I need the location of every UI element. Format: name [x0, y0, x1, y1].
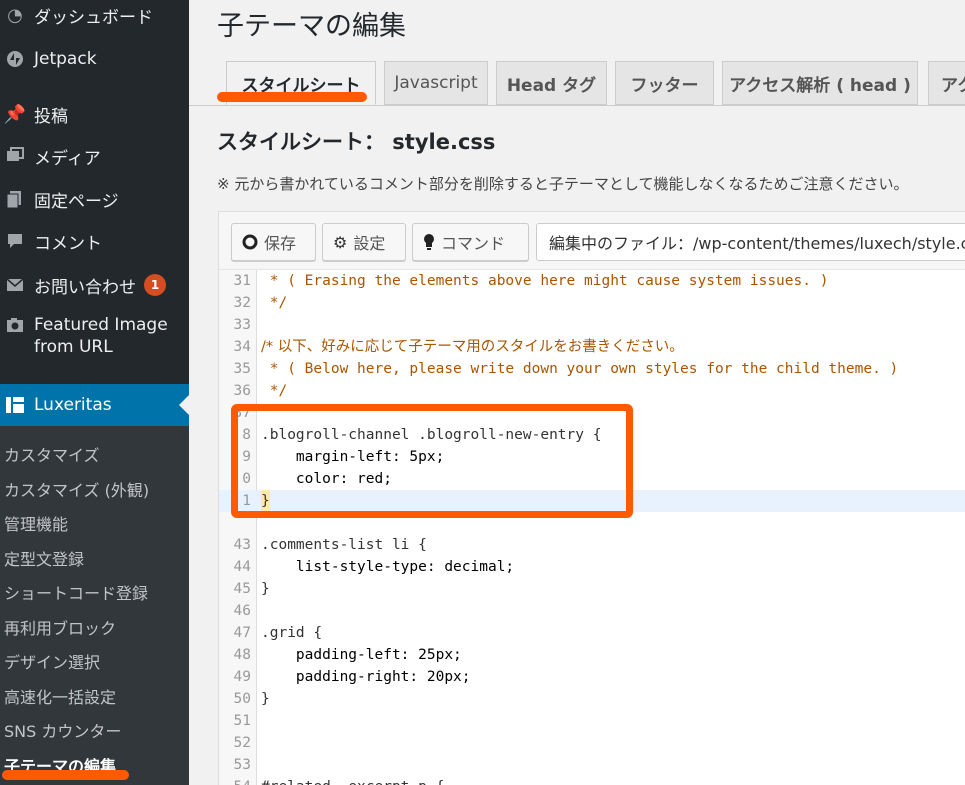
code-line: 52 [233, 735, 251, 751]
code-line: 31 * ( Erasing the elements above here m… [233, 273, 829, 289]
circle-icon [242, 234, 258, 250]
current-file-path: 編集中のファイル：/wp-content/themes/luxech/style… [536, 223, 965, 261]
submenu-item-customize[interactable]: カスタマイズ [4, 442, 100, 466]
sidebar-item-comments[interactable]: コメント [0, 226, 189, 256]
code-line: 47 .grid { [233, 625, 323, 641]
code-line: 34/* 以下、好みに応じて子テーマ用のスタイルをお書きください。 [233, 339, 684, 355]
submenu-item-shortcode-registration[interactable]: ショートコード登録 [4, 580, 148, 604]
sidebar-item-jetpack[interactable]: Jetpack [0, 44, 189, 74]
code-line: 36 */ [233, 383, 288, 399]
sidebar-item-featured-image[interactable]: Featured Image from URL [0, 314, 189, 364]
pin-icon: 📌 [3, 103, 27, 125]
admin-sidebar: ◔ ダッシュボード Jetpack 📌 投稿 メディア 固定ページ コメント お… [0, 0, 189, 785]
settings-button[interactable]: ⚙ 設定 [322, 223, 406, 261]
tab-head-tag[interactable]: Head タグ [496, 61, 607, 105]
current-menu-arrow [179, 395, 189, 415]
annotation-highlight-box [231, 404, 633, 518]
notice-text: ※ 元から書かれているコメント部分を削除すると子テーマとして機能しなくなるためご… [217, 175, 909, 193]
media-icon [0, 147, 30, 165]
editor-toolbar: 保存 ⚙ 設定 コマンド 編集中のファイル：/wp-content/themes… [219, 212, 965, 270]
code-line: 51 [233, 713, 251, 729]
section-title: スタイルシート： style.css [217, 130, 496, 154]
code-area[interactable]: 31 * ( Erasing the elements above here m… [219, 270, 965, 785]
code-line: 35 * ( Below here, please write down you… [233, 361, 899, 377]
sidebar-item-pages[interactable]: 固定ページ [0, 184, 189, 214]
code-line: 46 [233, 603, 251, 619]
sidebar-item-dashboard[interactable]: ◔ ダッシュボード [0, 0, 189, 30]
main-content: 子テーマの編集 スタイルシート Javascript Head タグ フッター … [189, 0, 965, 785]
luxeritas-icon [0, 396, 30, 414]
sidebar-item-media[interactable]: メディア [0, 141, 189, 171]
sidebar-item-contact[interactable]: お問い合わせ 1 [0, 270, 189, 300]
comment-icon [0, 232, 30, 250]
submenu-item-phrase-registration[interactable]: 定型文登録 [4, 546, 84, 570]
tab-javascript[interactable]: Javascript [384, 61, 488, 105]
app-window: ◔ ダッシュボード Jetpack 📌 投稿 メディア 固定ページ コメント お… [0, 0, 965, 785]
code-line: 54#related .excerpt p { [219, 776, 965, 785]
code-line: 43 .comments-list li { [233, 537, 427, 553]
tab-divider [189, 105, 965, 106]
page-title: 子テーマの編集 [217, 11, 406, 42]
mail-icon [0, 278, 30, 292]
sidebar-item-posts[interactable]: 📌 投稿 [0, 99, 189, 129]
tab-access-analytics-head[interactable]: アクセス解析 ( head ) [722, 61, 918, 105]
code-line: 50} [233, 691, 270, 707]
annotation-underline-tab [217, 92, 367, 102]
pages-icon [0, 190, 30, 208]
luxeritas-submenu: カスタマイズ カスタマイズ (外観) 管理機能 定型文登録 ショートコード登録 … [0, 426, 189, 785]
gear-icon: ⚙ [333, 232, 348, 252]
code-line: 45} [233, 581, 270, 597]
code-line: 48 padding-left: 25px; [233, 647, 462, 663]
annotation-underline-menu [2, 770, 129, 780]
submenu-item-design-select[interactable]: デザイン選択 [4, 649, 100, 673]
submenu-item-customize-appearance[interactable]: カスタマイズ (外観) [4, 477, 149, 501]
submenu-item-admin-functions[interactable]: 管理機能 [4, 511, 68, 535]
lightbulb-icon [423, 233, 435, 251]
tab-footer[interactable]: フッター [615, 61, 714, 105]
notification-badge: 1 [144, 274, 166, 296]
save-button[interactable]: 保存 [231, 223, 316, 261]
code-line: 44 list-style-type: decimal; [233, 559, 515, 575]
command-button[interactable]: コマンド [412, 223, 529, 261]
submenu-item-reusable-blocks[interactable]: 再利用ブロック [4, 615, 116, 639]
submenu-item-sns-counter[interactable]: SNS カウンター [4, 718, 121, 742]
code-line: 53 [233, 757, 251, 773]
sidebar-item-luxeritas[interactable]: Luxeritas [0, 384, 189, 426]
code-line: 33 [233, 317, 251, 333]
dashboard-icon: ◔ [7, 4, 23, 26]
tab-more[interactable]: アク [928, 61, 965, 105]
submenu-item-speedup-settings[interactable]: 高速化一括設定 [4, 684, 116, 708]
code-line: 49 padding-right: 20px; [233, 669, 471, 685]
camera-icon [0, 314, 30, 333]
jetpack-icon [0, 50, 30, 68]
code-line: 32 */ [233, 295, 288, 311]
